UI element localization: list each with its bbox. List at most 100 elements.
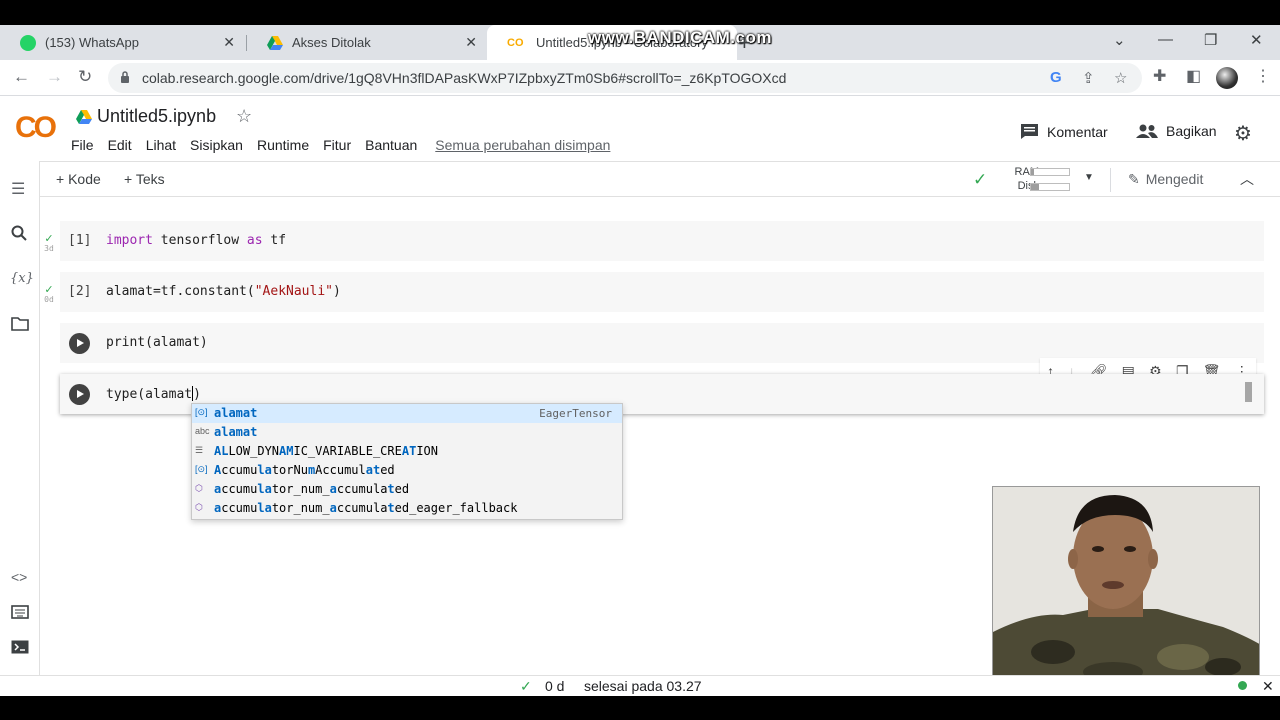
new-tab-icon[interactable]: +	[738, 30, 751, 56]
profile-avatar[interactable]	[1216, 67, 1238, 89]
cell-scrollbar[interactable]	[1245, 382, 1252, 402]
menu-insert[interactable]: Sisipkan	[190, 137, 243, 153]
minimize-icon[interactable]: —	[1158, 31, 1173, 48]
cell-code: import tensorflow as tf	[106, 233, 287, 248]
folder-icon[interactable]	[11, 317, 29, 336]
tab-search-icon[interactable]: ⌄	[1113, 31, 1126, 49]
comment-label: Komentar	[1047, 123, 1108, 140]
extensions-icon[interactable]: ✚	[1153, 66, 1166, 86]
autocomplete-item[interactable]: ⬡ accumulator_num_accumulated	[192, 480, 622, 499]
menu-help[interactable]: Bantuan	[365, 137, 417, 153]
autocomplete-popup: [⊙] alamat EagerTensor abc alamat ☰ ALLO…	[191, 403, 623, 520]
variable-icon: [⊙]	[195, 407, 208, 417]
bookmark-star-icon[interactable]: ☆	[1114, 69, 1127, 87]
back-icon[interactable]: ←	[13, 67, 30, 87]
notebook-title[interactable]: Untitled5.ipynb	[97, 106, 216, 127]
close-window-icon[interactable]: ✕	[1250, 31, 1263, 49]
cell-exec-time: 0d	[44, 295, 54, 304]
suggestion-label: alamat	[214, 406, 258, 420]
command-palette-icon[interactable]	[11, 605, 29, 624]
variable-icon: [⊙]	[195, 464, 208, 474]
webcam-person-image	[993, 487, 1259, 685]
lock-icon	[121, 71, 129, 83]
people-icon	[1136, 124, 1158, 138]
runtime-dropdown-icon[interactable]: ▼	[1084, 172, 1094, 183]
comment-icon	[1021, 124, 1038, 139]
share-icon[interactable]: ⇪	[1082, 69, 1095, 87]
settings-gear-icon[interactable]: ⚙	[1234, 121, 1252, 146]
code-cell[interactable]: [2] alamat=tf.constant("AekNauli")	[60, 272, 1264, 312]
disk-meter-fill	[1031, 184, 1040, 190]
suggestion-label: accumulator_num_accumulated_eager_fallba…	[214, 501, 518, 515]
tab-strip: (153) WhatsApp ✕ Akses Ditolak ✕ CO Unti…	[0, 25, 1280, 60]
close-tab-icon[interactable]: ✕	[465, 34, 477, 51]
code-cell[interactable]: print(alamat)	[60, 323, 1264, 363]
enum-icon: ☰	[195, 445, 204, 455]
cell-status: ✓ 3d	[44, 233, 54, 254]
colab-logo[interactable]: CO	[15, 111, 57, 145]
terminal-icon[interactable]	[11, 640, 29, 659]
menu-tools[interactable]: Fitur	[323, 137, 351, 153]
execution-duration: 0 d	[545, 678, 565, 694]
browser-menu-icon[interactable]: ⋮	[1255, 66, 1271, 86]
suggestion-label: alamat	[214, 425, 258, 439]
code-snippets-icon[interactable]: <>	[11, 569, 27, 585]
colab-icon: CO	[507, 36, 524, 49]
menu-view[interactable]: Lihat	[146, 137, 176, 153]
code-cell[interactable]: [1] import tensorflow as tf	[60, 221, 1264, 261]
search-icon[interactable]	[11, 225, 27, 246]
execution-finished-time: selesai pada 03.27	[584, 678, 702, 694]
share-button[interactable]: Bagikan	[1136, 123, 1217, 139]
google-drive-icon	[267, 35, 283, 50]
tab-whatsapp[interactable]: (153) WhatsApp ✕	[0, 25, 245, 60]
execution-check-icon: ✓	[520, 678, 532, 694]
cell-code: alamat=tf.constant("AekNauli")	[106, 284, 341, 299]
tab-akses-ditolak[interactable]: Akses Ditolak ✕	[247, 25, 487, 60]
google-translate-icon[interactable]: G	[1050, 69, 1062, 86]
module-icon: ⬡	[195, 483, 203, 493]
execution-count: [1]	[68, 233, 92, 248]
module-icon: ⬡	[195, 502, 203, 512]
connected-check-icon: ✓	[973, 170, 988, 189]
menu-file[interactable]: File	[71, 137, 94, 153]
autocomplete-item[interactable]: [⊙] alamat EagerTensor	[192, 404, 622, 423]
autocomplete-item[interactable]: [⊙] AccumulatorNumAccumulated	[192, 461, 622, 480]
menu-edit[interactable]: Edit	[108, 137, 132, 153]
menu-runtime[interactable]: Runtime	[257, 137, 309, 153]
comment-button[interactable]: Komentar	[1020, 123, 1108, 140]
run-cell-button[interactable]	[69, 384, 90, 405]
google-drive-icon[interactable]	[76, 110, 92, 124]
autocomplete-item[interactable]: ⬡ accumulator_num_accumulated_eager_fall…	[192, 499, 622, 518]
logo-text: CO	[15, 111, 57, 144]
forward-icon[interactable]: →	[46, 67, 63, 87]
pencil-icon: ✎	[1128, 171, 1140, 187]
execution-count: [2]	[68, 284, 92, 299]
add-code-button[interactable]: + Kode	[56, 171, 101, 187]
address-bar[interactable]: colab.research.google.com/drive/1gQ8VHn3…	[108, 63, 1142, 93]
run-cell-button[interactable]	[69, 333, 90, 354]
video-letterbox-bottom	[0, 696, 1280, 720]
restore-icon[interactable]: ❐	[1204, 31, 1217, 49]
add-text-button[interactable]: + Teks	[124, 171, 165, 187]
tab-label: (153) WhatsApp	[45, 35, 139, 50]
browser-toolbar: ← → ↻ colab.research.google.com/drive/1g…	[0, 60, 1280, 96]
status-bar: ✓ 0 d selesai pada 03.27 ✕	[0, 675, 1280, 696]
cell-code-editor[interactable]: type(alamat)	[106, 386, 201, 402]
side-panel-icon[interactable]: ◧	[1186, 66, 1201, 86]
variables-icon[interactable]: {x}	[10, 271, 34, 286]
disk-meter	[1030, 183, 1070, 191]
reload-icon[interactable]: ↻	[78, 67, 92, 87]
autocomplete-item[interactable]: ☰ ALLOW_DYNAMIC_VARIABLE_CREATION	[192, 442, 622, 461]
video-letterbox-top	[0, 0, 1280, 25]
edit-mode-button[interactable]: ✎ Mengedit	[1128, 171, 1203, 188]
close-tab-icon[interactable]: ✕	[223, 34, 235, 51]
edit-mode-label: Mengedit	[1145, 171, 1204, 187]
star-icon[interactable]: ☆	[236, 106, 252, 127]
close-statusbar-icon[interactable]: ✕	[1262, 678, 1274, 695]
browser-window: (153) WhatsApp ✕ Akses Ditolak ✕ CO Unti…	[0, 25, 1280, 696]
collapse-header-icon[interactable]: ︿	[1240, 169, 1254, 189]
autocomplete-item[interactable]: abc alamat	[192, 423, 622, 442]
save-status[interactable]: Semua perubahan disimpan	[435, 137, 610, 153]
notebook-toolbar: + Kode + Teks ✓ RAM Disk ▼ ✎ Mengedit ︿	[40, 161, 1280, 197]
table-of-contents-icon[interactable]: ☰	[11, 179, 25, 199]
